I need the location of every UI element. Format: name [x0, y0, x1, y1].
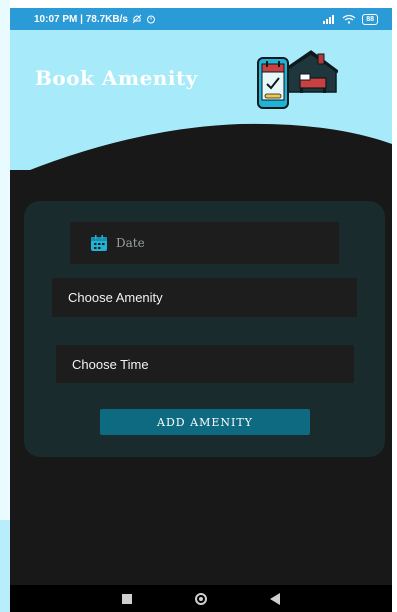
choose-time-field[interactable]: Choose Time	[56, 345, 354, 383]
house-bed-illustration	[281, 50, 338, 93]
status-time-speed: 10:07 PM | 78.7KB/s	[34, 13, 128, 25]
wifi-icon	[342, 14, 356, 24]
back-icon[interactable]	[270, 592, 281, 605]
status-bar: 10:07 PM | 78.7KB/s 88	[10, 8, 392, 30]
signal-icon	[323, 15, 335, 24]
choose-amenity-label: Choose Amenity	[68, 290, 163, 305]
alarm-icon	[146, 15, 155, 24]
recents-icon[interactable]	[121, 593, 132, 604]
add-amenity-button[interactable]: ADD AMENITY	[100, 409, 310, 435]
home-icon[interactable]	[194, 592, 207, 605]
choose-time-label: Choose Time	[72, 356, 149, 372]
mute-icon	[132, 14, 142, 24]
edge-glow	[0, 520, 10, 612]
app-screen: 10:07 PM | 78.7KB/s 88 Book Amenity Date…	[0, 0, 397, 612]
booking-illustration	[257, 50, 338, 109]
phone-calendar-illustration	[257, 57, 289, 109]
calendar-icon	[91, 235, 107, 251]
date-picker-field[interactable]: Date	[70, 222, 339, 264]
status-right: 88	[322, 13, 378, 25]
status-left: 10:07 PM | 78.7KB/s	[34, 14, 156, 25]
date-label: Date	[116, 236, 145, 250]
battery-indicator: 88	[362, 13, 378, 25]
navigation-bar	[10, 585, 392, 612]
page-title: Book Amenity	[35, 66, 198, 90]
screen-edge	[0, 0, 10, 612]
choose-amenity-dropdown[interactable]: Choose Amenity	[52, 278, 357, 317]
